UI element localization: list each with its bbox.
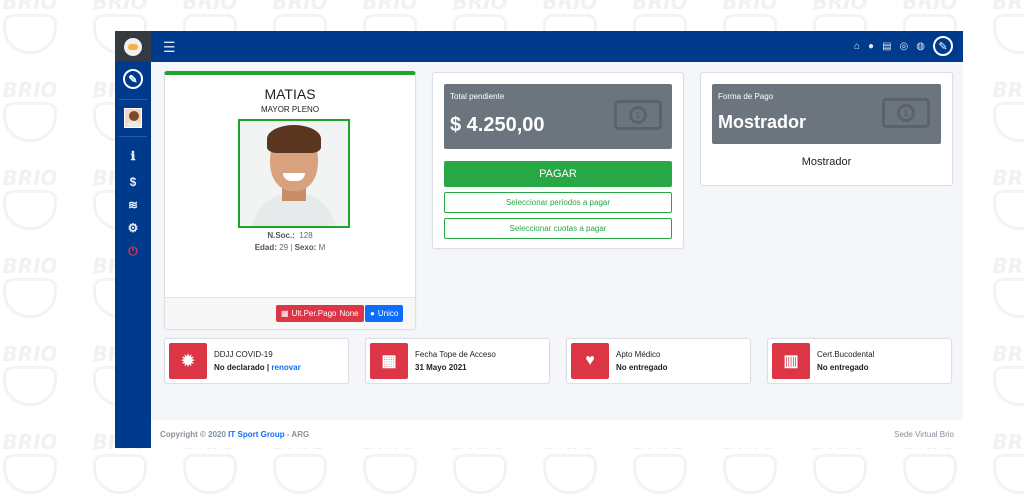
heartbeat-icon: ♥	[571, 343, 609, 379]
whatsapp-icon[interactable]: ◎	[900, 41, 909, 52]
layers-icon: ≋	[127, 198, 139, 212]
footer: Copyright © 2020 IT Sport Group - ARG Se…	[151, 420, 963, 448]
sidebar-user-avatar[interactable]	[115, 103, 151, 133]
access-deadline-box: ▦ Fecha Tope de Acceso 31 Mayo 2021	[365, 338, 550, 384]
select-periods-button[interactable]: Seleccionar periodos a pagar	[444, 192, 672, 213]
calendar-icon: ▦	[281, 309, 289, 318]
access-deadline-value: 31 Mayo 2021	[415, 363, 467, 372]
sidebar-brand[interactable]: ✎	[115, 62, 151, 96]
total-pending-label: Total pendiente	[450, 92, 505, 101]
top-navbar: ☰ ⌂ ● ▤ ◎ ◍ ✎	[151, 31, 963, 62]
covid-title: DDJJ COVID-19	[214, 350, 273, 359]
watermark-tile: BRIO	[980, 342, 1024, 406]
member-photo	[238, 119, 350, 228]
footer-site-name: Sede Virtual Brio	[894, 429, 954, 439]
payment-method-card: Forma de Pago Mostrador 1 Mostrador	[700, 72, 953, 186]
access-deadline-title: Fecha Tope de Acceso	[415, 350, 496, 359]
sidebar-item-info[interactable]: ℹ	[115, 143, 151, 169]
last-period-button[interactable]: ▦ Ult.Per.Pago None	[276, 305, 364, 322]
copyright: Copyright © 2020 IT Sport Group - ARG	[160, 429, 310, 439]
avatar	[124, 108, 142, 128]
brio-badge-icon: ✎	[123, 69, 143, 89]
dollar-icon: $	[129, 175, 137, 189]
medical-value: No entregado	[616, 363, 668, 372]
total-pending-value: $ 4.250,00	[450, 114, 545, 136]
sidebar-item-payments[interactable]: $	[115, 169, 151, 195]
teeth-icon: ▥	[772, 343, 810, 379]
member-category: MAYOR PLENO	[260, 105, 320, 114]
watermark-tile: BRIO	[0, 78, 70, 142]
payment-card: Total pendiente $ 4.250,00 1 PAGAR Selec…	[432, 72, 684, 249]
sidebar: ✎ ℹ $ ≋ ⚙ ⏻	[115, 31, 151, 448]
dental-title: Cert.Bucodental	[817, 350, 875, 359]
renovar-link[interactable]: renovar	[271, 363, 300, 372]
home-icon[interactable]: ⌂	[854, 41, 860, 52]
power-icon: ⏻	[128, 243, 138, 258]
watermark-tile: BRIO	[980, 166, 1024, 230]
file-icon[interactable]: ▤	[882, 41, 891, 52]
user-icon: ●	[370, 309, 375, 318]
company-link[interactable]: IT Sport Group	[228, 430, 284, 439]
sidebar-logo[interactable]	[115, 31, 151, 62]
calendar-icon: ▦	[370, 343, 408, 379]
payment-method-box: Forma de Pago Mostrador 1	[712, 84, 941, 144]
profile-card-footer: ▦ Ult.Per.Pago None ● Unico	[165, 297, 415, 329]
sidebar-item-layers[interactable]: ≋	[115, 195, 151, 215]
select-cuotas-button[interactable]: Seleccionar cuotas a pagar	[444, 218, 672, 239]
payment-method-label: Forma de Pago	[718, 92, 774, 101]
watermark-tile: BRIO	[980, 78, 1024, 142]
medical-title: Apto Médico	[616, 350, 661, 359]
chat-icon[interactable]: ◍	[916, 41, 925, 52]
covid-status-box: ✹ DDJJ COVID-19 No declarado | renovar	[164, 338, 349, 384]
watermark-tile: BRIO	[980, 0, 1024, 54]
top-icons: ⌂ ● ▤ ◎ ◍ ✎	[854, 36, 953, 56]
pay-button[interactable]: PAGAR	[444, 161, 672, 187]
watermark-tile: BRIO	[0, 254, 70, 318]
unico-button[interactable]: ● Unico	[365, 305, 404, 322]
watermark-tile: BRIO	[980, 430, 1024, 494]
dental-value: No entregado	[817, 363, 869, 372]
info-icon: ℹ	[130, 149, 136, 163]
sidebar-item-logout[interactable]: ⏻	[115, 241, 151, 261]
cogs-icon: ⚙	[127, 221, 139, 235]
watermark-tile: BRIO	[980, 254, 1024, 318]
member-name: MATIAS	[264, 86, 316, 102]
profile-card: MATIAS MAYOR PLENO N.Soc.: 128 Edad: 29 …	[164, 71, 416, 330]
money-bill-icon: 1	[614, 100, 662, 130]
watermark-tile: BRIO	[0, 430, 70, 494]
total-pending-box: Total pendiente $ 4.250,00 1	[444, 84, 672, 149]
member-number: N.Soc.: 128	[267, 231, 313, 240]
sidebar-divider	[119, 136, 147, 137]
payment-method-value: Mostrador	[718, 112, 807, 132]
member-age-sex: Edad: 29 | Sexo: M	[254, 243, 326, 252]
watermark-tile: BRIO	[0, 342, 70, 406]
money-bill-icon: 1	[882, 98, 930, 128]
brio-badge-icon[interactable]: ✎	[933, 36, 953, 56]
payment-method-name: Mostrador	[801, 156, 852, 168]
sidebar-item-settings[interactable]: ⚙	[115, 215, 151, 241]
hamburger-menu-icon[interactable]: ☰	[163, 39, 176, 56]
dental-status-box: ▥ Cert.Bucodental No entregado	[767, 338, 952, 384]
user-icon[interactable]: ●	[868, 41, 874, 52]
watermark-tile: BRIO	[0, 0, 70, 54]
medical-status-box: ♥ Apto Médico No entregado	[566, 338, 751, 384]
covid-value: No declarado	[214, 363, 265, 372]
watermark-tile: BRIO	[0, 166, 70, 230]
sidebar-divider	[119, 99, 147, 100]
virus-icon: ✹	[169, 343, 207, 379]
club-logo-icon	[124, 37, 142, 56]
app-window: ✎ ℹ $ ≋ ⚙ ⏻ ☰ ⌂ ● ▤ ◎ ◍ ✎ MATIAS MAYOR P…	[115, 31, 963, 448]
